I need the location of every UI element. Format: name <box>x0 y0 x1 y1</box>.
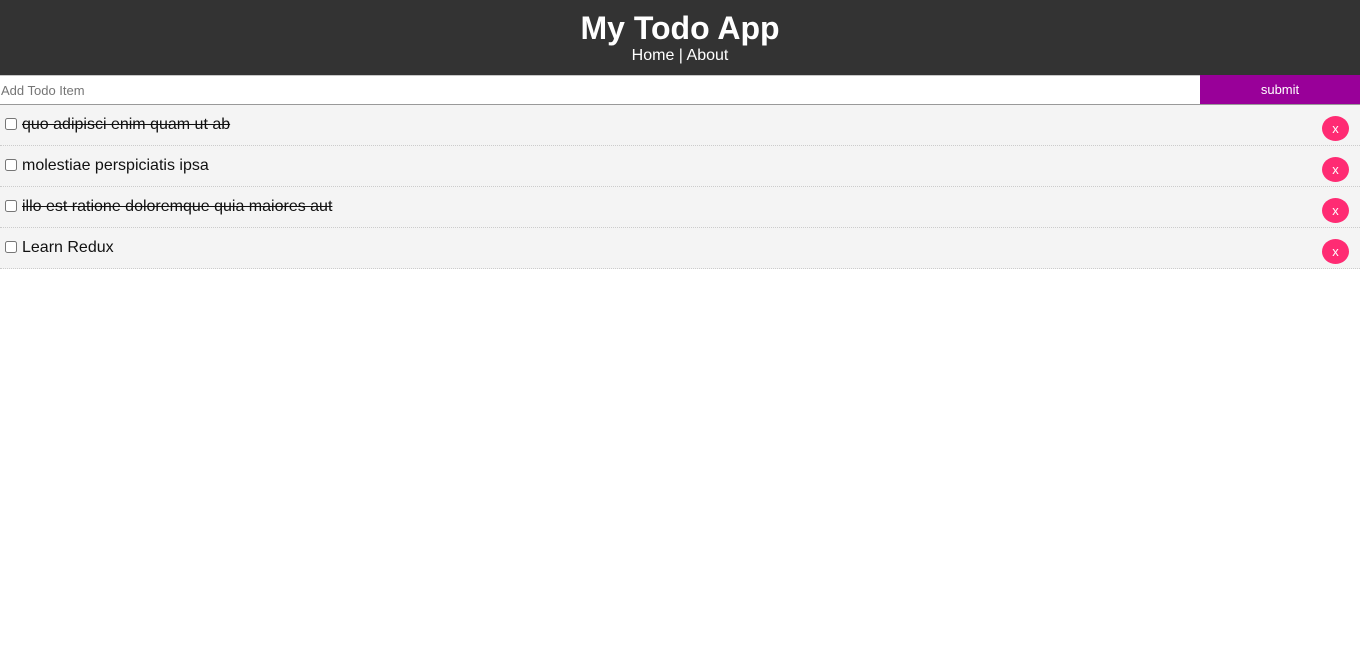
todo-checkbox[interactable] <box>5 200 17 212</box>
main-nav: Home | About <box>0 46 1360 66</box>
todo-item: Learn Redux x <box>0 228 1360 269</box>
todo-item: quo adipisci enim quam ut ab x <box>0 105 1360 146</box>
add-todo-form: submit <box>0 75 1360 105</box>
todo-checkbox[interactable] <box>5 241 17 253</box>
todo-title: molestiae perspiciatis ipsa <box>22 157 209 174</box>
todo-title: quo adipisci enim quam ut ab <box>22 116 231 133</box>
delete-button[interactable]: x <box>1322 157 1349 182</box>
add-todo-input[interactable] <box>0 75 1200 104</box>
todo-title: Learn Redux <box>22 239 114 256</box>
todo-item: molestiae perspiciatis ipsa x <box>0 146 1360 187</box>
submit-button[interactable]: submit <box>1200 75 1360 104</box>
delete-button[interactable]: x <box>1322 198 1349 223</box>
delete-button[interactable]: x <box>1322 116 1349 141</box>
todo-row: Learn Redux <box>5 238 114 258</box>
todo-row: illo est ratione doloremque quia maiores… <box>5 197 332 217</box>
nav-link-about[interactable]: About <box>687 47 729 64</box>
delete-button[interactable]: x <box>1322 239 1349 264</box>
app-title: My Todo App <box>580 10 780 46</box>
nav-separator: | <box>678 47 683 64</box>
todo-checkbox[interactable] <box>5 159 17 171</box>
todo-row: molestiae perspiciatis ipsa <box>5 156 209 176</box>
nav-link-home[interactable]: Home <box>632 47 675 64</box>
app-header: My Todo App Home | About <box>0 0 1360 75</box>
todo-checkbox[interactable] <box>5 118 17 130</box>
todo-title: illo est ratione doloremque quia maiores… <box>22 198 333 215</box>
todo-item: illo est ratione doloremque quia maiores… <box>0 187 1360 228</box>
todo-row: quo adipisci enim quam ut ab <box>5 115 230 135</box>
todo-list: quo adipisci enim quam ut ab x molestiae… <box>0 105 1360 269</box>
